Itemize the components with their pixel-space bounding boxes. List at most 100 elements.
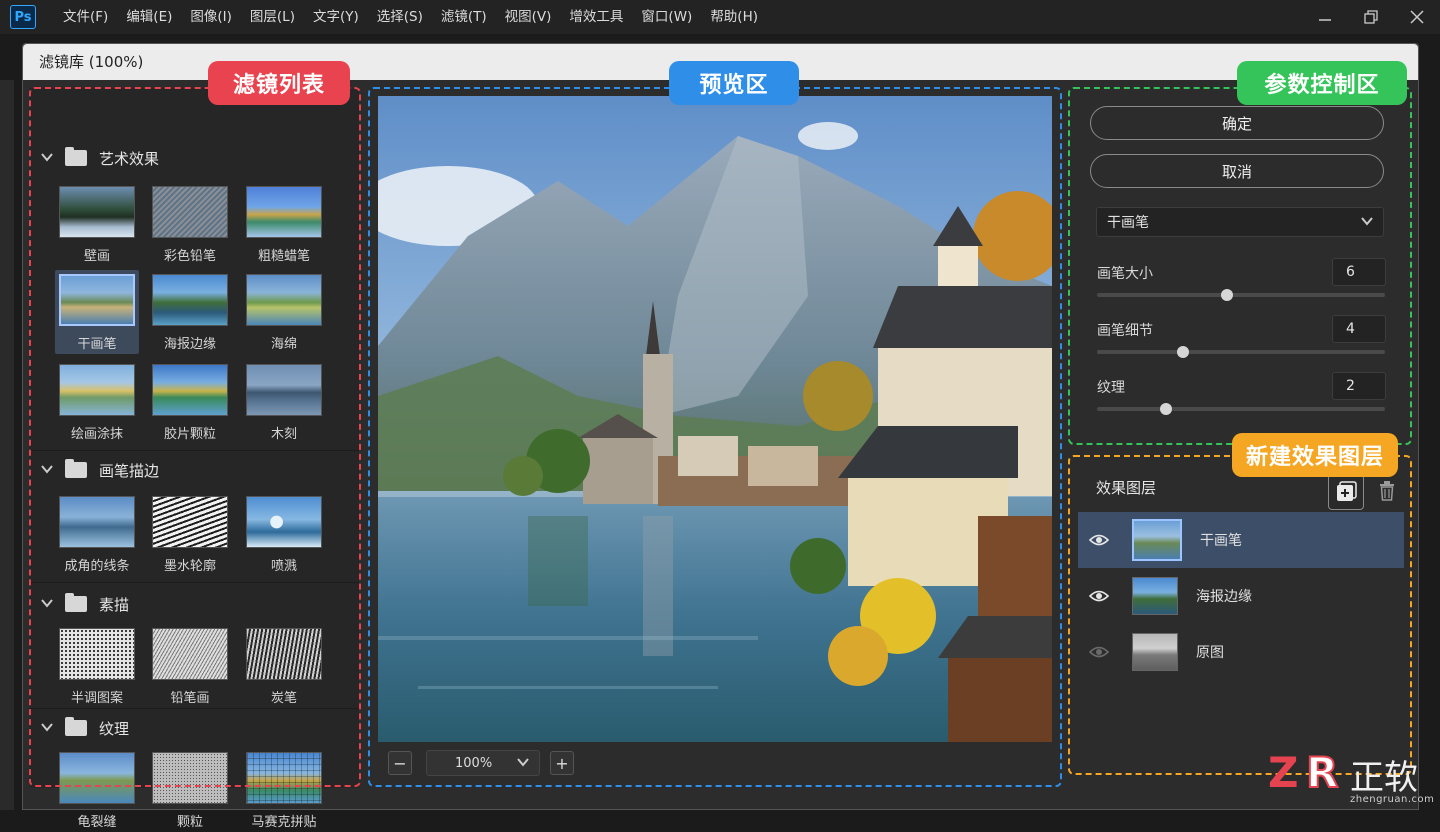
texture-label: 纹理 — [1097, 380, 1125, 396]
menu-items: 文件(F) 编辑(E) 图像(I) 图层(L) 文字(Y) 选择(S) 滤镜(T… — [54, 0, 767, 34]
filter-label: 胶片颗粒 — [163, 427, 216, 442]
zoom-out-button[interactable]: − — [388, 751, 412, 775]
menu-window[interactable]: 窗口(W) — [632, 0, 701, 34]
layer-row[interactable]: 海报边缘 — [1078, 568, 1404, 624]
watermark-brand: 正软 — [1350, 758, 1418, 798]
filter-thumbnail — [59, 364, 135, 416]
filter-rough-pastels[interactable]: 粗糙蜡笔 — [242, 182, 326, 266]
filter-label: 绘画涂抹 — [70, 427, 123, 442]
filter-poster-edges[interactable]: 海报边缘 — [148, 270, 232, 354]
category-brush-strokes[interactable]: 画笔描边 — [41, 452, 341, 488]
filter-label: 干画笔 — [77, 337, 117, 352]
filter-label: 半调图案 — [70, 691, 123, 706]
watermark: Z R 正软 zhengruan.com — [1268, 747, 1440, 810]
filter-thumbnail — [59, 186, 135, 238]
zoom-value: 100% — [455, 755, 493, 771]
menu-layer[interactable]: 图层(L) — [241, 0, 304, 34]
filter-mosaic-tiles[interactable]: 马赛克拼贴 — [242, 748, 326, 832]
filter-charcoal[interactable]: 炭笔 — [242, 624, 326, 708]
filter-film-grain[interactable]: 胶片颗粒 — [148, 360, 232, 444]
filter-angled-strokes[interactable]: 成角的线条 — [55, 492, 139, 576]
filter-paint-daubs[interactable]: 绘画涂抹 — [55, 360, 139, 444]
divider — [29, 450, 359, 451]
minimize-icon[interactable] — [1302, 0, 1348, 34]
menu-plugins[interactable]: 增效工具 — [560, 0, 632, 34]
brush-size-slider[interactable] — [1097, 289, 1385, 301]
category-label: 素描 — [99, 595, 130, 614]
brush-size-input[interactable]: 6 — [1332, 258, 1386, 286]
menu-help[interactable]: 帮助(H) — [701, 0, 767, 34]
filter-label: 墨水轮廓 — [163, 559, 216, 574]
slider-knob[interactable] — [1160, 403, 1173, 415]
zoom-select[interactable]: 100% — [426, 750, 540, 776]
filter-thumbnail — [59, 274, 135, 326]
filter-select[interactable]: 干画笔 — [1096, 207, 1384, 237]
filter-graphic-pen[interactable]: 铅笔画 — [148, 624, 232, 708]
filter-dry-brush[interactable]: 干画笔 — [55, 270, 139, 354]
eye-icon[interactable] — [1088, 533, 1110, 547]
layer-thumbnail — [1132, 519, 1182, 561]
brush-detail-input[interactable]: 4 — [1332, 315, 1386, 343]
new-layer-button[interactable] — [1328, 474, 1364, 510]
filter-thumbnail — [152, 628, 228, 680]
menu-select[interactable]: 选择(S) — [368, 0, 432, 34]
texture-input[interactable]: 2 — [1332, 372, 1386, 400]
filter-label: 龟裂缝 — [77, 815, 117, 830]
filter-cutout[interactable]: 木刻 — [242, 360, 326, 444]
category-sketch[interactable]: 素描 — [41, 586, 341, 622]
layer-name: 海报边缘 — [1196, 589, 1252, 605]
folder-icon — [65, 717, 87, 736]
filter-grain[interactable]: 颗粒 — [148, 748, 232, 832]
category-artistic[interactable]: 艺术效果 — [41, 140, 341, 176]
filter-ink-outlines[interactable]: 墨水轮廓 — [148, 492, 232, 576]
restore-icon[interactable] — [1348, 0, 1394, 34]
menu-view[interactable]: 视图(V) — [496, 0, 561, 34]
category-label: 艺术效果 — [99, 149, 160, 168]
filter-thumbnail — [59, 752, 135, 804]
filter-thumbnail — [152, 274, 228, 326]
menu-image[interactable]: 图像(I) — [181, 0, 241, 34]
menu-filter[interactable]: 滤镜(T) — [432, 0, 496, 34]
filter-spatter[interactable]: 喷溅 — [242, 492, 326, 576]
close-icon[interactable] — [1394, 0, 1440, 34]
layer-name: 干画笔 — [1200, 533, 1242, 549]
filter-craquelure[interactable]: 龟裂缝 — [55, 748, 139, 832]
layer-name: 原图 — [1196, 645, 1224, 661]
new-layer-icon — [1337, 481, 1357, 501]
texture-slider[interactable] — [1097, 403, 1385, 415]
divider — [29, 708, 359, 709]
filter-sponge[interactable]: 海绵 — [242, 270, 326, 354]
filter-label: 海绵 — [270, 337, 297, 352]
folder-icon — [65, 593, 87, 612]
filter-thumbnail — [59, 496, 135, 548]
filter-thumbnail — [246, 274, 322, 326]
category-texture[interactable]: 纹理 — [41, 710, 341, 746]
layer-row[interactable]: 原图 — [1078, 624, 1404, 680]
filter-thumbnail — [246, 364, 322, 416]
ok-button[interactable]: 确定 — [1090, 106, 1384, 140]
brush-detail-slider[interactable] — [1097, 346, 1385, 358]
menu-type[interactable]: 文字(Y) — [304, 0, 368, 34]
filter-label: 炭笔 — [270, 691, 297, 706]
preview-canvas[interactable] — [378, 96, 1052, 742]
delete-layer-button[interactable] — [1376, 478, 1398, 504]
menu-edit[interactable]: 编辑(E) — [117, 0, 181, 34]
slider-knob[interactable] — [1220, 289, 1233, 301]
filter-mural[interactable]: 壁画 — [55, 182, 139, 266]
preview-toolbar: − 100% + — [378, 748, 1052, 778]
eye-icon[interactable] — [1088, 589, 1110, 603]
zoom-in-button[interactable]: + — [550, 751, 574, 775]
filter-label: 成角的线条 — [64, 559, 130, 574]
trash-icon — [1380, 481, 1394, 501]
layer-row[interactable]: 干画笔 — [1078, 512, 1404, 568]
cancel-button[interactable]: 取消 — [1090, 154, 1384, 188]
menu-file[interactable]: 文件(F) — [54, 0, 117, 34]
filter-list-badge: 滤镜列表 — [208, 61, 350, 105]
filter-label: 彩色铅笔 — [163, 249, 216, 264]
filter-halftone-pattern[interactable]: 半调图案 — [55, 624, 139, 708]
filter-label: 粗糙蜡笔 — [257, 249, 310, 264]
filter-label: 马赛克拼贴 — [251, 815, 317, 830]
filter-thumbnail — [59, 628, 135, 680]
eye-icon[interactable] — [1088, 645, 1110, 659]
filter-colored-pencil[interactable]: 彩色铅笔 — [148, 182, 232, 266]
